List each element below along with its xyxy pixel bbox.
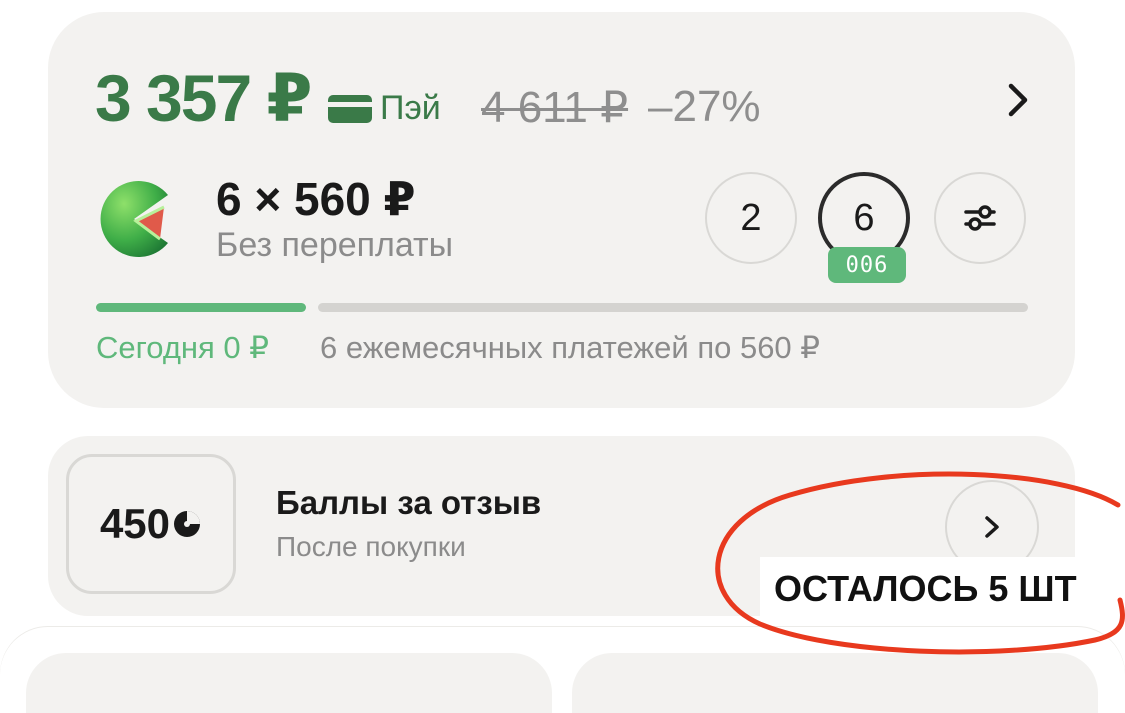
points-title: Баллы за отзыв bbox=[276, 484, 542, 521]
chevron-right-icon[interactable] bbox=[998, 80, 1038, 120]
chevron-right-icon bbox=[985, 516, 999, 538]
today-payment-text: Сегодня 0 ₽ bbox=[96, 330, 269, 365]
stock-left-label: ОСТАЛОСЬ 5 ШТ bbox=[760, 557, 1091, 621]
installment-amount: 6 × 560 ₽ bbox=[216, 173, 416, 225]
sheet-tile-left[interactable] bbox=[26, 653, 552, 713]
current-price: 3 357 ₽ bbox=[95, 61, 312, 135]
sliders-icon bbox=[964, 205, 996, 231]
pay-price-tag: Пэй bbox=[328, 89, 441, 128]
pay-label: Пэй bbox=[380, 89, 441, 127]
installment-option-2[interactable]: 2 bbox=[705, 172, 797, 264]
installment-label: Без переплаты bbox=[216, 226, 454, 264]
old-price: 4 611 ₽ bbox=[481, 83, 629, 132]
installment-settings-button[interactable] bbox=[934, 172, 1026, 264]
payment-progress-today bbox=[96, 303, 306, 312]
points-value: 450 bbox=[99, 500, 171, 547]
points-tile: 450 bbox=[66, 454, 236, 594]
card-icon bbox=[328, 94, 372, 123]
points-subtitle: После покупки bbox=[276, 531, 466, 562]
sheet-tile-right[interactable] bbox=[572, 653, 1098, 713]
split-pacman-icon bbox=[100, 181, 168, 257]
selected-option-badge: 006 bbox=[828, 247, 906, 283]
discount-badge: –27% bbox=[648, 82, 761, 131]
monthly-payments-text: 6 ежемесячных платежей по 560 ₽ bbox=[320, 330, 821, 365]
payment-progress-remaining bbox=[318, 303, 1028, 312]
plus-points-icon bbox=[174, 511, 201, 537]
price-card: 3 357 ₽ Пэй 4 611 ₽ –27% 6 × 560 ₽ Без п… bbox=[48, 12, 1075, 408]
